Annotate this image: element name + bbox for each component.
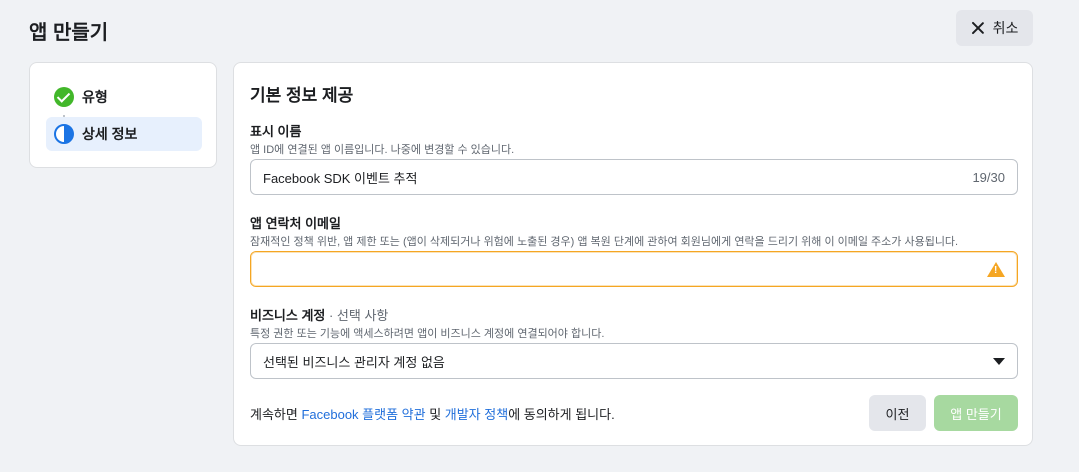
step-type[interactable]: 유형 (46, 80, 202, 114)
step-details[interactable]: 상세 정보 (46, 117, 202, 151)
contact-email-input[interactable]: ! (250, 251, 1018, 287)
create-app-button[interactable]: 앱 만들기 (934, 395, 1018, 431)
form-card: 기본 정보 제공 표시 이름 앱 ID에 연결된 앱 이름입니다. 나중에 변경… (233, 62, 1033, 446)
section-title: 기본 정보 제공 (250, 86, 354, 105)
display-name-input[interactable]: Facebook SDK 이벤트 추적 19/30 (250, 159, 1018, 195)
display-name-label: 표시 이름 (250, 124, 302, 139)
terms-and: 및 (425, 407, 445, 422)
business-account-help: 특정 권한 또는 기능에 액세스하려면 앱이 비즈니스 계정에 연결되어야 합니… (250, 328, 605, 340)
contact-email-help: 잠재적인 정책 위반, 앱 제한 또는 (앱이 삭제되거나 위험에 노출된 경우… (250, 236, 959, 248)
optional-tag: · 선택 사항 (325, 308, 389, 323)
terms-prefix: 계속하면 (250, 407, 302, 422)
step-details-label: 상세 정보 (82, 126, 138, 142)
previous-button[interactable]: 이전 (869, 395, 926, 431)
cancel-button-label: 취소 (992, 20, 1019, 36)
step-type-label: 유형 (82, 89, 108, 105)
display-name-help: 앱 ID에 연결된 앱 이름입니다. 나중에 변경할 수 있습니다. (250, 144, 515, 156)
business-account-select[interactable]: 선택된 비즈니스 관리자 계정 없음 (250, 343, 1018, 379)
contact-email-label: 앱 연락처 이메일 (250, 216, 341, 231)
platform-terms-link[interactable]: Facebook 플랫폼 약관 (301, 407, 425, 422)
close-icon (971, 21, 985, 35)
terms-suffix: 에 동의하게 됩니다. (508, 407, 615, 422)
caret-down-icon (993, 357, 1005, 365)
half-circle-icon (54, 124, 74, 144)
display-name-value: Facebook SDK 이벤트 추적 (263, 170, 418, 186)
business-account-label-text: 비즈니스 계정 (250, 308, 326, 323)
steps-panel: 유형 상세 정보 (29, 62, 217, 168)
developer-policy-link[interactable]: 개발자 정책 (445, 407, 508, 422)
cancel-button[interactable]: 취소 (956, 10, 1033, 46)
business-account-selected: 선택된 비즈니스 관리자 계정 없음 (263, 354, 445, 370)
check-circle-icon (54, 87, 74, 107)
business-account-label: 비즈니스 계정 · 선택 사항 (250, 305, 388, 324)
page-title: 앱 만들기 (29, 22, 109, 44)
terms-notice: 계속하면 Facebook 플랫폼 약관 및 개발자 정책에 동의하게 됩니다. (250, 404, 615, 423)
character-counter: 19/30 (972, 169, 1005, 185)
warning-icon: ! (987, 261, 1005, 277)
